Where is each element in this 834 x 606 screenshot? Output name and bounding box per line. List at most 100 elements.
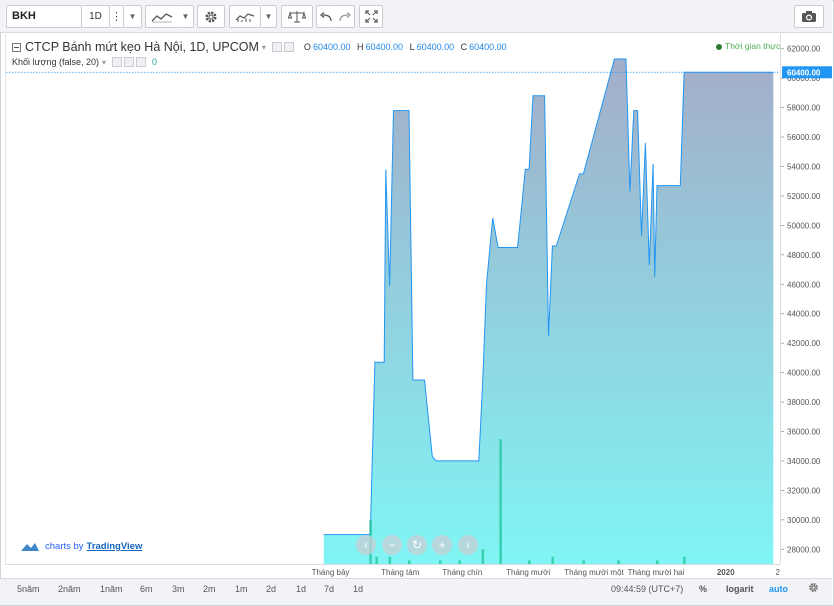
branding-link[interactable]: TradingView	[87, 541, 143, 552]
price-point	[435, 460, 437, 462]
price-point	[633, 109, 635, 111]
top-toolbar: BKH 1D ⋮ ▼ ▼ ▼	[0, 0, 832, 33]
redo-icon[interactable]	[335, 5, 355, 28]
caret-down-icon[interactable]: ▼	[261, 5, 277, 28]
price-tick-label: 58000.00	[787, 104, 821, 113]
price-chart	[6, 58, 781, 564]
undo-icon[interactable]	[316, 5, 336, 28]
range-7d[interactable]: 7d	[324, 584, 334, 594]
price-point	[660, 184, 662, 186]
range-2d[interactable]: 2d	[266, 584, 276, 594]
status-dot-icon	[716, 43, 722, 50]
range-1y[interactable]: 1năm	[100, 584, 123, 594]
camera-icon[interactable]	[794, 5, 824, 28]
range-1d-alt[interactable]: 1d	[353, 584, 363, 594]
price-tick-label: 28000.00	[787, 545, 821, 554]
price-tick-label: 42000.00	[787, 339, 821, 348]
price-point	[648, 264, 650, 266]
price-point	[516, 246, 518, 248]
range-6m[interactable]: 6m	[140, 584, 153, 594]
price-point	[555, 245, 557, 247]
ohlc-values: O 60400.00 H 60400.00 L 60400.00 C 60400.00	[300, 42, 507, 52]
price-point	[392, 109, 394, 111]
price-point	[621, 58, 623, 60]
auto-scale-toggle[interactable]: auto	[769, 584, 788, 594]
tradingview-branding[interactable]: charts by TradingView	[20, 541, 142, 552]
range-2y[interactable]: 2năm	[58, 584, 81, 594]
zoom-in-icon[interactable]: +	[432, 535, 452, 555]
scroll-left-icon[interactable]: ‹	[356, 535, 376, 555]
price-tick-label: 50000.00	[787, 221, 821, 230]
zoom-out-icon[interactable]: −	[382, 535, 402, 555]
price-point	[543, 95, 545, 97]
caret-down-icon[interactable]: ▼	[124, 5, 142, 28]
eye-icon[interactable]	[111, 57, 122, 67]
interval-selector[interactable]: 1D	[82, 5, 110, 28]
fullscreen-icon[interactable]	[359, 5, 383, 28]
time-tick-label: Tháng mười	[506, 568, 550, 577]
close-value: 60400.00	[469, 42, 507, 52]
price-tick-label: 62000.00	[787, 45, 821, 54]
log-toggle[interactable]: logarit	[726, 584, 754, 594]
series-legend: CTCP Bánh mứt kẹo Hà Nội, 1D, UPCOM ▾ O6…	[12, 40, 507, 54]
close-label: C	[460, 42, 468, 52]
price-point	[439, 460, 441, 462]
range-1d[interactable]: 1d	[296, 584, 306, 594]
volume-bar	[388, 556, 392, 564]
price-point	[492, 217, 494, 219]
clock-timezone[interactable]: 09:44:59 (UTC+7)	[611, 584, 683, 594]
time-axis[interactable]: Tháng bảy Tháng tám Tháng chín Tháng mười Th…	[5, 564, 781, 578]
percent-toggle[interactable]: %	[699, 584, 707, 594]
price-point	[388, 285, 390, 287]
price-tick-label: 30000.00	[787, 516, 821, 525]
indicators-icon[interactable]	[229, 5, 261, 28]
price-tick-label: 56000.00	[787, 133, 821, 142]
price-tick-label: 40000.00	[787, 369, 821, 378]
range-3m[interactable]: 3m	[172, 584, 185, 594]
high-label: H	[357, 42, 364, 52]
price-point	[323, 533, 325, 535]
eye-icon[interactable]	[271, 42, 282, 52]
caret-down-icon[interactable]: ▼	[178, 5, 194, 28]
price-point	[644, 142, 646, 144]
range-2m[interactable]: 2m	[203, 584, 216, 594]
reset-icon[interactable]: ↻	[407, 535, 427, 555]
price-tick-label: 48000.00	[787, 251, 821, 260]
price-axis[interactable]: 62000.00 60000.00 58000.00 56000.00 54000.00…	[780, 34, 832, 564]
chart-style-icon[interactable]	[145, 5, 179, 28]
settings-icon[interactable]	[283, 42, 294, 52]
range-5y[interactable]: 5năm	[17, 584, 40, 594]
price-tick-label: 52000.00	[787, 192, 821, 201]
price-point	[528, 168, 530, 170]
scroll-right-icon[interactable]: ›	[458, 535, 478, 555]
range-1m[interactable]: 1m	[235, 584, 248, 594]
series-title: CTCP Bánh mứt kẹo Hà Nội, 1D, UPCOM	[25, 40, 259, 54]
collapse-legend-icon[interactable]	[12, 42, 21, 52]
price-point	[640, 235, 642, 237]
close-icon[interactable]	[135, 57, 146, 67]
low-value: 60400.00	[416, 42, 455, 52]
high-value: 60400.00	[365, 42, 404, 52]
price-point	[408, 109, 410, 111]
price-point	[613, 58, 615, 60]
price-point	[540, 95, 542, 97]
price-point	[524, 168, 526, 170]
chart-pane[interactable]	[5, 34, 781, 564]
price-point	[652, 162, 654, 164]
settings-gear-icon[interactable]	[808, 582, 819, 595]
volume-bar	[375, 556, 378, 564]
tradingview-logo-icon	[21, 543, 39, 551]
price-point	[582, 173, 584, 175]
volume-value: 0	[151, 57, 157, 67]
symbol-search-input[interactable]: BKH	[6, 5, 82, 28]
price-point	[396, 109, 398, 111]
price-axis-scale: 62000.0060000.0058000.0056000.0054000.00…	[781, 45, 832, 554]
caret-down-icon[interactable]: ▾	[262, 43, 266, 52]
settings-icon[interactable]	[123, 57, 134, 67]
time-axis-scale: Tháng bảy Tháng tám Tháng chín Tháng mười Th…	[312, 568, 781, 577]
settings-gear-icon[interactable]	[197, 5, 225, 28]
caret-down-icon[interactable]: ▾	[102, 58, 106, 67]
compare-scale-icon[interactable]	[281, 5, 313, 28]
more-vertical-icon[interactable]: ⋮	[110, 5, 124, 28]
time-tick-label: Tháng chín	[442, 568, 482, 577]
